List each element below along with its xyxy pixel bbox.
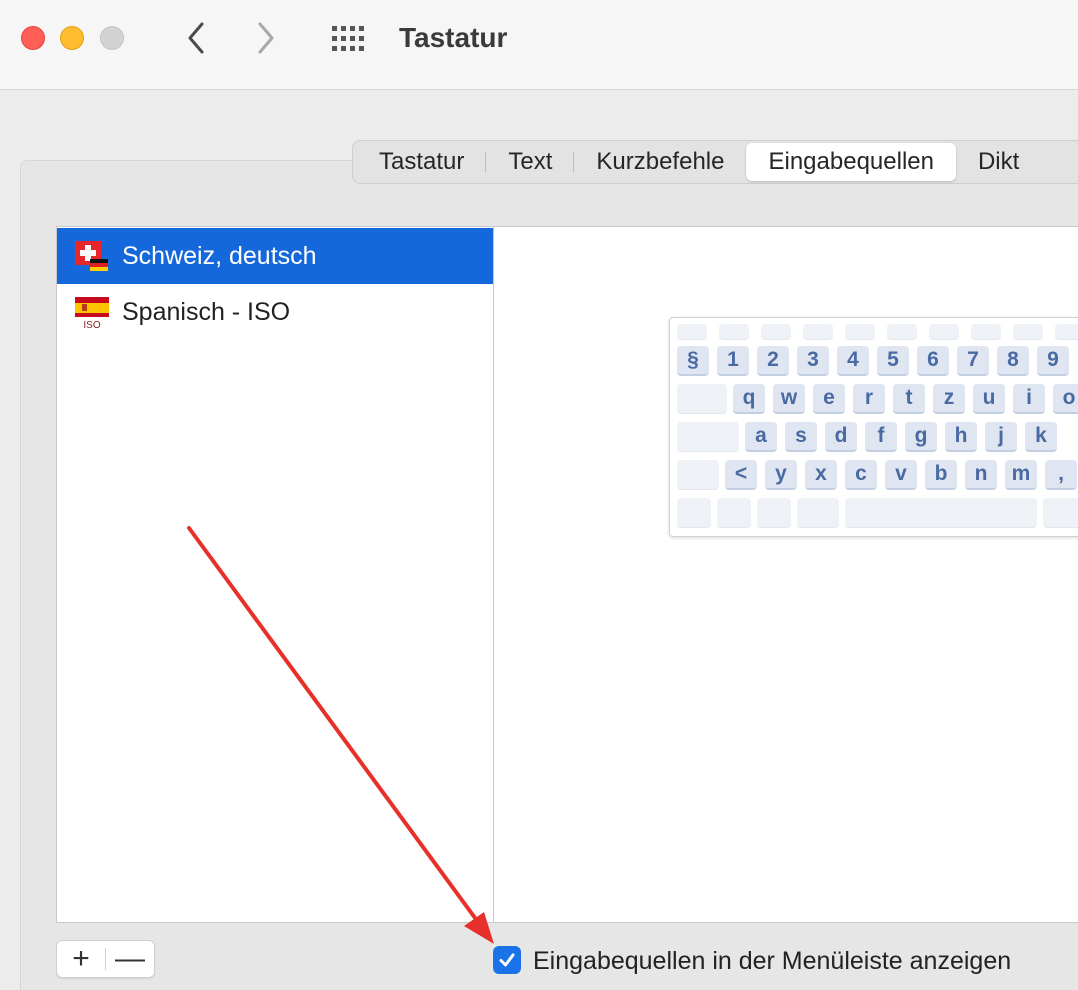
show-in-menubar-checkbox[interactable] [493, 946, 521, 974]
keyboard-key: r [853, 384, 885, 414]
keyboard-key-blank [677, 422, 739, 452]
tab-bar: Tastatur Text Kurzbefehle Eingabequellen… [352, 140, 1078, 184]
keyboard-key-blank [677, 324, 707, 340]
keyboard-key-blank [929, 324, 959, 340]
keyboard-key: v [885, 460, 917, 490]
list-item[interactable]: Schweiz, deutsch [57, 228, 493, 284]
keyboard-key-blank [971, 324, 1001, 340]
keyboard-key: c [845, 460, 877, 490]
source-label: Spanisch - ISO [122, 297, 291, 326]
keyboard-key-blank [677, 460, 719, 490]
show-all-button[interactable] [330, 24, 370, 54]
keyboard-key-blank [1013, 324, 1043, 340]
close-window-button[interactable] [21, 26, 45, 50]
keyboard-key: a [745, 422, 777, 452]
keyboard-key: i [1013, 384, 1045, 414]
tab-kurzbefehle[interactable]: Kurzbefehle [574, 143, 746, 181]
tab-diktat[interactable]: Dikt [956, 143, 1041, 181]
keyboard-key: q [733, 384, 765, 414]
keyboard-key: n [965, 460, 997, 490]
chevron-right-icon [258, 22, 274, 54]
keyboard-key: 6 [917, 346, 949, 376]
keyboard-key-blank [677, 384, 727, 414]
source-label: Schweiz, deutsch [122, 241, 317, 270]
keyboard-key-blank [845, 498, 1037, 528]
keyboard-key: k [1025, 422, 1057, 452]
keyboard-key: 5 [877, 346, 909, 376]
keyboard-layout-preview: § 1 2 3 4 5 6 7 8 9 q w e r t z u i o a s d f g h j k < y x c v b n m, [669, 317, 1078, 537]
keyboard-key: o [1053, 384, 1078, 414]
keyboard-key: j [985, 422, 1017, 452]
keyboard-key-blank [803, 324, 833, 340]
zoom-window-button[interactable] [100, 26, 124, 50]
tab-text[interactable]: Text [486, 143, 575, 181]
title-bar: Tastatur [0, 0, 1078, 90]
chevron-left-icon [188, 22, 204, 54]
keyboard-key: 3 [797, 346, 829, 376]
input-sources-list[interactable]: Schweiz, deutsch ISO Spanisch - ISO [56, 226, 494, 923]
keyboard-key: z [933, 384, 965, 414]
remove-source-button[interactable]: — [106, 941, 154, 977]
keyboard-key: s [785, 422, 817, 452]
add-source-button[interactable]: + [57, 941, 105, 977]
keyboard-key: f [865, 422, 897, 452]
add-remove-control: + — [56, 940, 155, 978]
keyboard-key-blank [677, 498, 711, 528]
keyboard-key-blank [761, 324, 791, 340]
keyboard-key: t [893, 384, 925, 414]
keyboard-key: § [677, 346, 709, 376]
keyboard-key-blank [845, 324, 875, 340]
keyboard-key: < [725, 460, 757, 490]
keyboard-key-blank [717, 498, 751, 528]
keyboard-key-blank [887, 324, 917, 340]
keyboard-key: 7 [957, 346, 989, 376]
keyboard-key: m [1005, 460, 1037, 490]
keyboard-key: 1 [717, 346, 749, 376]
tab-tastatur[interactable]: Tastatur [357, 143, 487, 181]
back-button[interactable] [176, 18, 216, 58]
keyboard-key-blank [797, 498, 839, 528]
forward-button[interactable] [246, 18, 286, 58]
keyboard-key: 8 [997, 346, 1029, 376]
keyboard-key-blank [1043, 498, 1078, 528]
spanish-iso-flag-icon: ISO [75, 295, 109, 331]
keyboard-key-blank [757, 498, 791, 528]
checkmark-icon [499, 953, 515, 967]
keyboard-key: x [805, 460, 837, 490]
keyboard-key: d [825, 422, 857, 452]
keyboard-key: b [925, 460, 957, 490]
keyboard-key: g [905, 422, 937, 452]
keyboard-key: e [813, 384, 845, 414]
tab-eingabequellen[interactable]: Eingabequellen [746, 143, 956, 181]
grid-icon [332, 26, 364, 51]
keyboard-key: u [973, 384, 1005, 414]
window-title: Tastatur [399, 22, 508, 53]
keyboard-key: , [1045, 460, 1077, 490]
keyboard-key-blank [1055, 324, 1078, 340]
keyboard-key: 4 [837, 346, 869, 376]
keyboard-key: h [945, 422, 977, 452]
keyboard-key: y [765, 460, 797, 490]
minimize-window-button[interactable] [60, 26, 84, 50]
show-in-menubar-label: Eingabequellen in der Menüleiste anzeige… [533, 947, 1012, 975]
keyboard-key: w [773, 384, 805, 414]
list-item[interactable]: ISO Spanisch - ISO [57, 284, 493, 340]
keyboard-key-blank [719, 324, 749, 340]
keyboard-key: 2 [757, 346, 789, 376]
keyboard-key: 9 [1037, 346, 1069, 376]
flag-iso-text: ISO [83, 320, 100, 329]
swiss-german-flag-icon [75, 239, 109, 273]
